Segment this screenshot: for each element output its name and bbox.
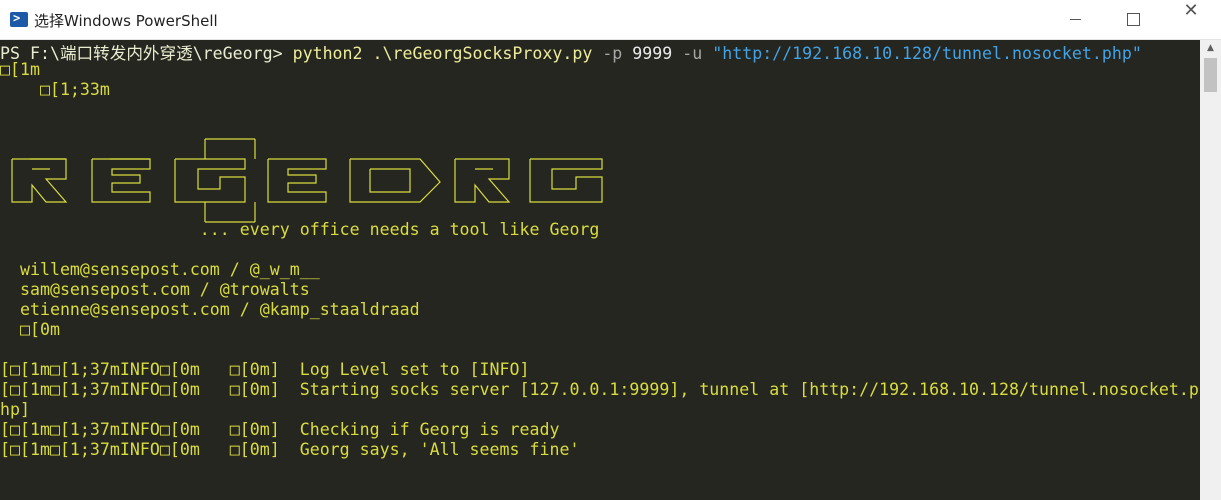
powershell-icon: > bbox=[10, 11, 28, 27]
console-output[interactable]: PS F:\端口转发内外穿透\reGeorg> python2 .\reGeor… bbox=[0, 40, 1200, 500]
url-flag: -u bbox=[672, 44, 703, 63]
port-flag: -p bbox=[592, 44, 623, 63]
command-line: PS F:\端口转发内外穿透\reGeorg> python2 .\reGeor… bbox=[0, 40, 1142, 63]
powershell-window: > 选择Windows PowerShell ✕ PS F:\端口转发内外穿透\… bbox=[0, 0, 1221, 500]
script-path: .\reGeorgSocksProxy.py bbox=[362, 44, 593, 63]
scroll-up-arrow-icon[interactable]: ▲ bbox=[1200, 40, 1221, 57]
close-icon: ✕ bbox=[1183, 0, 1199, 21]
vertical-scrollbar[interactable]: ▲ bbox=[1200, 40, 1221, 500]
window-title: 选择Windows PowerShell bbox=[34, 12, 218, 30]
maximize-button[interactable] bbox=[1104, 0, 1162, 39]
tagline: ... every office needs a tool like Georg bbox=[0, 220, 600, 239]
minimize-button[interactable] bbox=[1046, 0, 1104, 39]
log-line: [□[1m□[1;37mINFO□[0m □[0m] Starting sock… bbox=[0, 380, 1199, 399]
log-line: [□[1m□[1;37mINFO□[0m □[0m] Log Level set… bbox=[0, 360, 530, 379]
author-line: etienne@sensepost.com / @kamp_staaldraad bbox=[0, 300, 420, 319]
scroll-thumb[interactable] bbox=[1204, 58, 1217, 92]
console-line: □[0m bbox=[0, 320, 60, 339]
command-name: python2 bbox=[282, 44, 363, 63]
console-line: □[1;33m bbox=[0, 80, 110, 99]
log-line: hp] bbox=[0, 400, 30, 419]
prompt: PS F:\端口转发内外穿透\reGeorg> bbox=[0, 44, 283, 63]
author-line: sam@sensepost.com / @trowalts bbox=[0, 280, 310, 299]
minimize-icon bbox=[1070, 19, 1081, 20]
regeorg-ascii-banner bbox=[11, 138, 603, 223]
log-line: [□[1m□[1;37mINFO□[0m □[0m] Checking if G… bbox=[0, 420, 560, 439]
title-bar[interactable]: > 选择Windows PowerShell ✕ bbox=[0, 0, 1221, 40]
port-value: 9999 bbox=[622, 44, 673, 63]
maximize-icon bbox=[1127, 13, 1140, 26]
close-button[interactable]: ✕ bbox=[1162, 0, 1220, 39]
url-value: "http://192.168.10.128/tunnel.nosocket.p… bbox=[702, 44, 1142, 63]
console-line: □[1m bbox=[0, 60, 40, 79]
log-line: [□[1m□[1;37mINFO□[0m □[0m] Georg says, '… bbox=[0, 440, 580, 459]
author-line: willem@sensepost.com / @_w_m__ bbox=[0, 260, 320, 279]
